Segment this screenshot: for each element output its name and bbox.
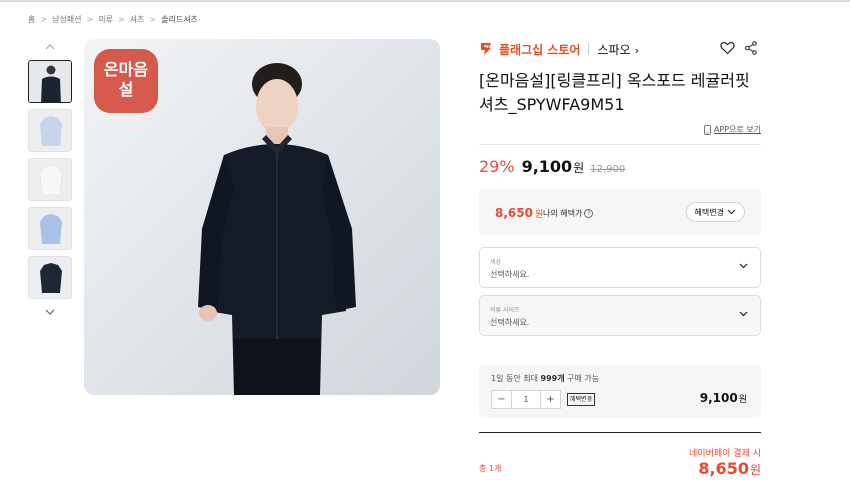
chevron-right-icon: ›	[634, 43, 639, 57]
heart-icon[interactable]	[720, 41, 735, 55]
flagship-store-icon	[481, 43, 491, 55]
thumbnail-up-button[interactable]	[28, 40, 72, 54]
thumbnail-strip	[28, 40, 72, 319]
thumbnail-down-button[interactable]	[28, 305, 72, 319]
shirt-thumbnail-image	[29, 208, 71, 249]
mobile-phone-icon	[703, 124, 711, 135]
chevron-down-icon	[727, 209, 736, 215]
quantity-input[interactable]: 1	[511, 391, 541, 408]
breadcrumb-clothing[interactable]: 의류	[98, 14, 113, 25]
change-benefit-tag[interactable]: 혜택변경	[567, 393, 596, 406]
total-price: 8,650원	[698, 459, 761, 478]
share-icon[interactable]	[745, 41, 757, 55]
breadcrumb-separator-icon: >	[40, 15, 48, 24]
store-row: 플래그십 스토어 스파오 ›	[479, 39, 761, 59]
chevron-up-icon	[45, 44, 55, 50]
total-count: 총 1개	[479, 464, 502, 473]
thumbnail-blue-shirt[interactable]	[28, 207, 72, 250]
quantity-box: 1일 동안 최대 999개 구매 가능 − 1 + 혜택변경 9,100원	[479, 365, 761, 418]
breadcrumb-solid-shirts[interactable]: 솔리드셔츠	[161, 14, 198, 25]
breadcrumb-mens-fashion[interactable]: 남성패션	[52, 14, 81, 25]
price-row: 29% 9,100 원 12,900	[479, 157, 625, 176]
quantity-stepper: − 1 +	[491, 390, 561, 409]
view-in-app-label: APP으로 보기	[713, 125, 761, 134]
divider	[479, 144, 761, 145]
total-price-value: 8,650	[698, 459, 749, 478]
sale-price: 9,100	[521, 157, 573, 176]
quantity-minus-button[interactable]: −	[492, 391, 511, 408]
promo-badge-line2: 설	[118, 80, 134, 99]
thumbnail-navy-shirt[interactable]	[28, 256, 72, 299]
model-thumbnail-image	[29, 61, 71, 102]
discount-rate: 29%	[479, 157, 515, 176]
chevron-down-icon	[45, 309, 55, 315]
benefit-price-value: 8,650	[495, 206, 533, 220]
color-select[interactable]: 색상 선택하세요.	[479, 247, 761, 288]
shirt-thumbnail-image	[29, 257, 71, 298]
line-item-price: 9,100원	[700, 391, 747, 405]
my-benefit-box: 8,650 원 나의 혜택가? 혜택변경	[479, 189, 761, 235]
chevron-down-icon	[739, 311, 748, 317]
shirt-thumbnail-image	[29, 110, 71, 151]
breadcrumb-shirts[interactable]: 셔츠	[130, 14, 145, 25]
purchase-limit-prefix: 1일 동안 최대	[491, 374, 541, 383]
breadcrumb: 홈 > 남성패션 > 의류 > 셔츠 > 솔리드셔츠	[28, 14, 198, 25]
promo-badge: 온마음 설	[94, 49, 158, 113]
sale-price-currency: 원	[573, 161, 585, 175]
breadcrumb-home[interactable]: 홈	[28, 14, 35, 25]
change-benefit-label: 혜택변경	[694, 207, 724, 217]
shirt-thumbnail-image	[29, 159, 71, 200]
thumbnail-model-front[interactable]	[28, 60, 72, 103]
chevron-down-icon	[739, 263, 748, 269]
top-border	[0, 0, 850, 2]
naver-pay-label: 네이버페이 결제 시	[689, 449, 761, 459]
breadcrumb-separator-icon: >	[117, 15, 125, 24]
main-product-image: 온마음 설	[84, 39, 440, 395]
size-select[interactable]: 의류 사이즈 선택하세요.	[479, 295, 761, 336]
product-info-panel: 플래그십 스토어 스파오 › [온마음설][링클프리] 옥스포드 레귤러핏 셔츠_…	[479, 39, 761, 135]
benefit-price-currency: 원	[534, 210, 544, 220]
benefit-price: 8,650 원	[495, 206, 543, 220]
thumbnail-white-shirt[interactable]	[28, 158, 72, 201]
brand-name: 스파오	[597, 42, 631, 57]
thumbnail-light-blue-shirt[interactable]	[28, 109, 72, 152]
benefit-label: 나의 혜택가?	[543, 208, 594, 219]
brand-link[interactable]: 스파오 ›	[597, 41, 639, 58]
purchase-limit-suffix: 구매 가능	[564, 374, 600, 383]
total-price-currency: 원	[749, 463, 761, 477]
promo-badge-line1: 온마음	[103, 60, 149, 79]
total-divider	[479, 432, 761, 433]
product-title: [온마음설][링클프리] 옥스포드 레귤러핏 셔츠_SPYWFA9M51	[479, 71, 750, 114]
store-divider	[588, 43, 590, 55]
view-in-app-link[interactable]: APP으로 보기	[703, 124, 761, 135]
size-select-label: 의류 사이즈	[490, 307, 520, 314]
benefit-label-text: 나의 혜택가	[543, 209, 583, 218]
store-type-label[interactable]: 플래그십 스토어	[499, 41, 580, 58]
original-price: 12,900	[590, 164, 626, 175]
help-icon[interactable]: ?	[584, 209, 594, 218]
size-select-value: 선택하세요.	[490, 318, 530, 327]
change-benefit-button[interactable]: 혜택변경	[685, 202, 745, 222]
breadcrumb-separator-icon: >	[86, 15, 94, 24]
purchase-limit-count: 999개	[540, 374, 565, 383]
breadcrumb-separator-icon: >	[149, 15, 157, 24]
line-item-price-value: 9,100	[699, 391, 738, 405]
purchase-limit-note: 1일 동안 최대 999개 구매 가능	[491, 373, 599, 384]
color-select-value: 선택하세요.	[490, 270, 530, 279]
quantity-plus-button[interactable]: +	[541, 391, 560, 408]
color-select-label: 색상	[490, 259, 502, 266]
line-item-price-currency: 원	[738, 395, 747, 405]
product-actions	[720, 41, 757, 55]
